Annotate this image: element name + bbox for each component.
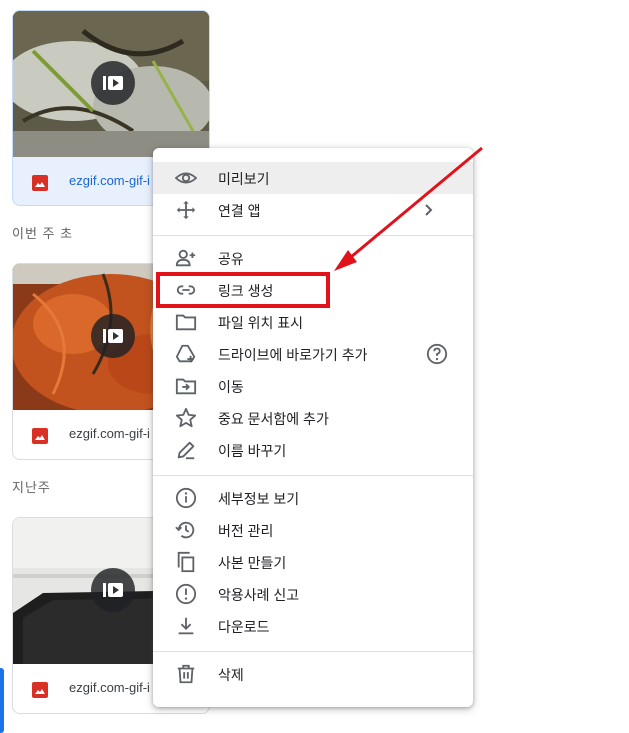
- annotation-arrow: [334, 146, 483, 271]
